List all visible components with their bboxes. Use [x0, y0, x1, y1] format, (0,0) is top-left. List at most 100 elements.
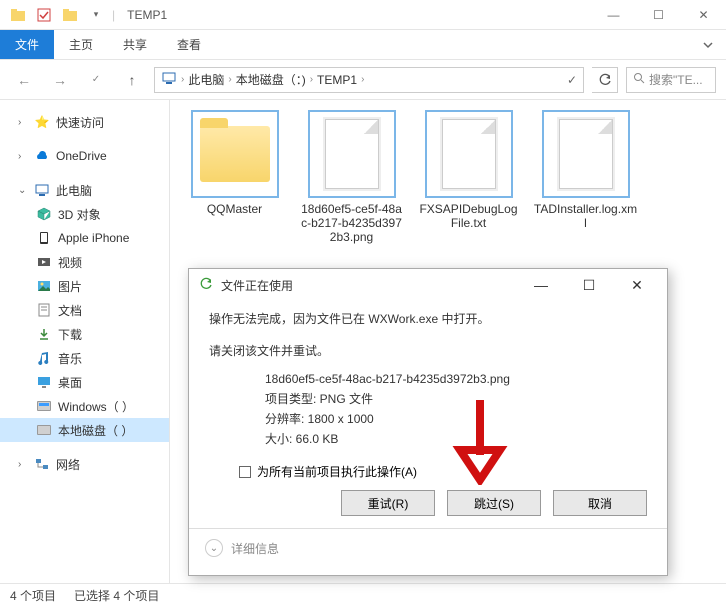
download-icon	[36, 326, 52, 342]
file-item[interactable]: FXSAPIDebugLogFile.txt	[416, 112, 521, 230]
nav-forward-button[interactable]: →	[46, 66, 74, 94]
dialog-titlebar[interactable]: 文件正在使用 — ☐ ✕	[189, 269, 667, 301]
file-item[interactable]: TADInstaller.log.xml	[533, 112, 638, 230]
chevron-right-icon[interactable]: ›	[228, 74, 231, 85]
cube-icon	[36, 206, 52, 222]
status-count: 4 个项目	[10, 587, 56, 604]
checkbox-icon[interactable]	[34, 5, 54, 25]
close-button[interactable]: ✕	[681, 0, 726, 30]
file-label: QQMaster	[207, 202, 262, 216]
file-label: FXSAPIDebugLogFile.txt	[416, 202, 521, 230]
tree-onedrive[interactable]: ›OneDrive	[0, 144, 169, 168]
details-toggle[interactable]: ⌄ 详细信息	[205, 539, 647, 557]
tree-item[interactable]: 桌面	[0, 370, 169, 394]
video-icon	[36, 254, 52, 270]
tree-label: Windows（ ）	[58, 398, 134, 415]
tree-network[interactable]: ›网络	[0, 452, 169, 476]
tree-this-pc[interactable]: ⌄此电脑	[0, 178, 169, 202]
dialog-filetype: 项目类型: PNG 文件	[265, 389, 647, 409]
window-title: TEMP1	[127, 8, 167, 22]
chevron-right-icon[interactable]: ›	[181, 74, 184, 85]
window-titlebar: ▾ | TEMP1 — ☐ ✕	[0, 0, 726, 30]
file-item-folder[interactable]: QQMaster	[182, 112, 287, 216]
skip-button[interactable]: 跳过(S)	[447, 490, 541, 516]
tree-label: 3D 对象	[58, 206, 101, 223]
star-icon: ⭐	[34, 114, 50, 130]
recycle-icon	[199, 277, 213, 294]
tree-item[interactable]: 视频	[0, 250, 169, 274]
dialog-close-button[interactable]: ✕	[617, 277, 657, 294]
folder-icon[interactable]	[60, 5, 80, 25]
cancel-button[interactable]: 取消	[553, 490, 647, 516]
file-label: TADInstaller.log.xml	[533, 202, 638, 230]
breadcrumb-seg[interactable]: 本地磁盘（：)	[236, 71, 306, 88]
tree-item[interactable]: 音乐	[0, 346, 169, 370]
breadcrumb[interactable]: › 此电脑 › 本地磁盘（：) › TEMP1 › ✓	[154, 67, 584, 93]
details-label: 详细信息	[231, 540, 279, 557]
refresh-button[interactable]	[592, 67, 618, 93]
maximize-button[interactable]: ☐	[636, 0, 681, 30]
dialog-title: 文件正在使用	[221, 277, 513, 294]
separator: |	[112, 8, 115, 22]
dialog-minimize-button[interactable]: —	[521, 277, 561, 293]
tab-home[interactable]: 主页	[54, 30, 108, 59]
tree-label: 音乐	[58, 350, 82, 367]
pc-icon	[34, 182, 50, 198]
file-item[interactable]: 18d60ef5-ce5f-48ac-b217-b4235d3972b3.png	[299, 112, 404, 244]
dialog-message: 请关闭该文件并重试。	[209, 339, 647, 363]
search-input[interactable]: 搜索"TE...	[626, 67, 716, 93]
status-bar: 4 个项目 已选择 4 个项目	[0, 583, 726, 607]
dialog-checkbox[interactable]: 为所有当前项目执行此操作(A)	[239, 463, 647, 480]
breadcrumb-seg[interactable]: TEMP1	[317, 73, 357, 87]
dialog-maximize-button[interactable]: ☐	[569, 277, 609, 294]
tab-view[interactable]: 查看	[162, 30, 216, 59]
tree-item[interactable]: 文档	[0, 298, 169, 322]
chevron-right-icon[interactable]: ›	[361, 74, 364, 85]
qat-dropdown-icon[interactable]: ▾	[86, 5, 106, 25]
pc-icon	[161, 71, 177, 88]
ribbon-expand-icon[interactable]	[690, 30, 726, 59]
ribbon-tabs: 文件 主页 共享 查看	[0, 30, 726, 60]
tree-label: 此电脑	[56, 182, 92, 199]
tree-quick-access[interactable]: ›⭐快速访问	[0, 110, 169, 134]
tree-label: 图片	[58, 278, 82, 295]
nav-bar: ← → ✓ ↑ › 此电脑 › 本地磁盘（：) › TEMP1 › ✓ 搜索"T…	[0, 60, 726, 100]
dialog-filename: 18d60ef5-ce5f-48ac-b217-b4235d3972b3.png	[265, 369, 647, 389]
tree-item[interactable]: Windows（ ）	[0, 394, 169, 418]
nav-recent-dropdown[interactable]: ✓	[82, 66, 110, 94]
checkbox-label: 为所有当前项目执行此操作(A)	[257, 463, 417, 480]
tree-label: 下载	[58, 326, 82, 343]
file-icon	[427, 112, 511, 196]
status-selected: 已选择 4 个项目	[74, 587, 159, 604]
file-label: 18d60ef5-ce5f-48ac-b217-b4235d3972b3.png	[299, 202, 404, 244]
breadcrumb-seg[interactable]: 此电脑	[188, 71, 224, 88]
chevron-right-icon[interactable]: ›	[310, 74, 313, 85]
tab-share[interactable]: 共享	[108, 30, 162, 59]
chevron-down-icon: ⌄	[205, 539, 223, 557]
nav-tree: ›⭐快速访问 ›OneDrive ⌄此电脑 3D 对象 Apple iPhone…	[0, 100, 170, 583]
tree-label: Apple iPhone	[58, 231, 129, 245]
minimize-button[interactable]: —	[591, 0, 636, 30]
nav-back-button[interactable]: ←	[10, 66, 38, 94]
search-icon	[633, 72, 645, 87]
tree-label: 快速访问	[56, 114, 104, 131]
disk-icon	[36, 422, 52, 438]
nav-up-button[interactable]: ↑	[118, 66, 146, 94]
retry-button[interactable]: 重试(R)	[341, 490, 435, 516]
tab-file[interactable]: 文件	[0, 30, 54, 59]
tree-item[interactable]: 下载	[0, 322, 169, 346]
dialog-message: 操作无法完成，因为文件已在 WXWork.exe 中打开。	[209, 307, 647, 331]
breadcrumb-dropdown-icon[interactable]: ✓	[567, 73, 577, 87]
tree-item-selected[interactable]: 本地磁盘（ ）	[0, 418, 169, 442]
disk-icon	[36, 398, 52, 414]
checkbox-icon	[239, 466, 251, 478]
pictures-icon	[36, 278, 52, 294]
desktop-icon	[36, 374, 52, 390]
dialog-filesize: 大小: 66.0 KB	[265, 429, 647, 449]
file-in-use-dialog: 文件正在使用 — ☐ ✕ 操作无法完成，因为文件已在 WXWork.exe 中打…	[188, 268, 668, 576]
tree-item[interactable]: Apple iPhone	[0, 226, 169, 250]
tree-label: OneDrive	[56, 149, 107, 163]
tree-item[interactable]: 图片	[0, 274, 169, 298]
tree-item[interactable]: 3D 对象	[0, 202, 169, 226]
folder-icon	[193, 112, 277, 196]
